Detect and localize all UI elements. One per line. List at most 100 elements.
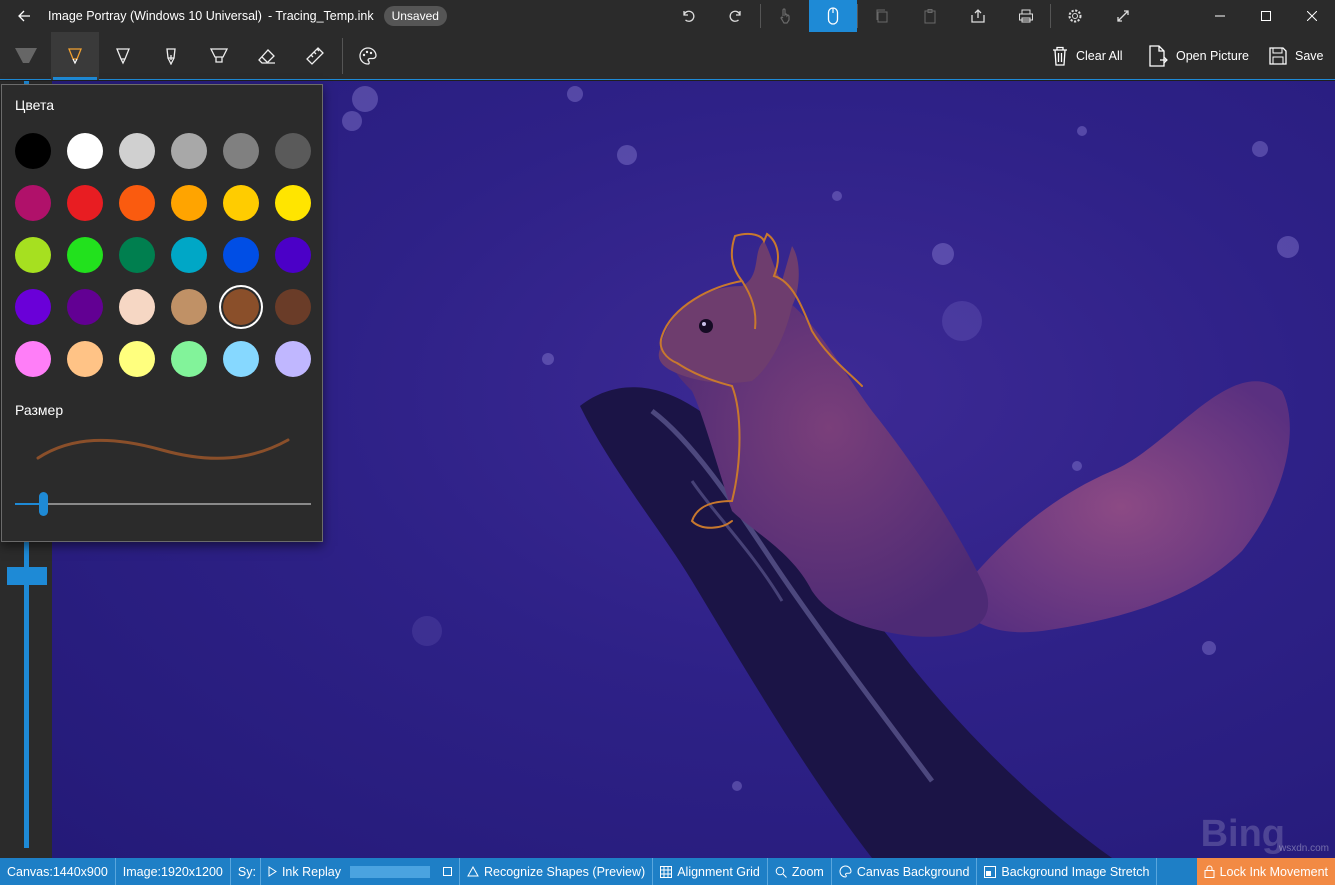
color-swatch[interactable] [171, 289, 207, 325]
snowflake [1277, 236, 1299, 258]
color-swatch[interactable] [275, 341, 311, 377]
color-swatch[interactable] [15, 185, 51, 221]
color-swatch[interactable] [275, 133, 311, 169]
color-swatch[interactable] [15, 133, 51, 169]
redo-icon [729, 10, 741, 22]
copy-icon [876, 9, 888, 23]
color-swatch[interactable] [223, 133, 259, 169]
color-swatch-cell [222, 236, 274, 288]
snowflake [617, 145, 637, 165]
copy-button[interactable] [858, 0, 906, 32]
color-swatch[interactable] [119, 341, 155, 377]
sys-label: Sy: [237, 864, 256, 879]
color-swatch[interactable] [15, 341, 51, 377]
size-slider-track[interactable] [15, 503, 311, 505]
vertical-slider-thumb[interactable] [7, 567, 47, 585]
color-swatch[interactable] [67, 289, 103, 325]
fullscreen-button[interactable] [1099, 0, 1147, 32]
open-picture-button[interactable]: Open Picture [1148, 32, 1249, 80]
color-swatch[interactable] [171, 133, 207, 169]
clear-all-button[interactable]: Clear All [1052, 32, 1123, 80]
pencil-tool-button[interactable] [99, 32, 147, 80]
size-slider-thumb[interactable] [39, 492, 48, 516]
color-swatch-cell [14, 184, 66, 236]
back-button[interactable] [0, 0, 48, 32]
color-swatch[interactable] [15, 237, 51, 273]
redo-button[interactable] [712, 0, 760, 32]
share-button[interactable] [954, 0, 1002, 32]
zoom-button[interactable]: Zoom [768, 858, 832, 885]
color-swatch-cell [222, 340, 274, 392]
document-icon [1149, 45, 1168, 67]
zoom-label: Zoom [791, 864, 824, 879]
color-swatch-cell [118, 132, 170, 184]
replay-progress[interactable] [350, 865, 430, 878]
paste-button[interactable] [906, 0, 954, 32]
alignment-grid-toggle[interactable]: Alignment Grid [653, 858, 768, 885]
color-swatch[interactable] [223, 237, 259, 273]
color-swatch[interactable] [275, 237, 311, 273]
save-button[interactable]: Save [1269, 32, 1324, 80]
color-swatch[interactable] [223, 289, 259, 325]
mouse-mode-button[interactable] [809, 0, 857, 32]
color-swatch[interactable] [15, 289, 51, 325]
color-palette-button[interactable] [344, 32, 392, 80]
mouse-icon [827, 7, 839, 25]
print-icon [1019, 9, 1033, 23]
canvas-background-button[interactable]: Canvas Background [832, 858, 978, 885]
snowflake [832, 191, 842, 201]
color-swatch[interactable] [119, 237, 155, 273]
snowflake [567, 86, 583, 102]
color-swatch[interactable] [67, 133, 103, 169]
undo-button[interactable] [664, 0, 712, 32]
recognize-shapes-toggle[interactable]: Recognize Shapes (Preview) [460, 858, 654, 885]
color-swatch[interactable] [67, 237, 103, 273]
undo-icon [683, 10, 695, 22]
pen-tool-button[interactable] [51, 32, 99, 80]
close-button[interactable] [1289, 0, 1335, 32]
color-swatch[interactable] [119, 185, 155, 221]
colors-heading: Цвета [15, 97, 54, 113]
color-swatch[interactable] [275, 185, 311, 221]
background-stretch-toggle[interactable]: Background Image Stretch [977, 858, 1158, 885]
site-watermark: wsxdn.com [1278, 843, 1329, 854]
open-picture-label: Open Picture [1176, 49, 1249, 63]
calligraphy-tool-button[interactable] [147, 32, 195, 80]
color-swatch[interactable] [171, 237, 207, 273]
background-stretch-label: Background Image Stretch [1001, 864, 1150, 879]
touch-mode-button[interactable] [761, 0, 809, 32]
bing-watermark: Bing [1200, 813, 1285, 855]
ruler-tool-button[interactable] [291, 32, 339, 80]
color-swatch-cell [66, 236, 118, 288]
color-swatch[interactable] [67, 185, 103, 221]
color-swatch[interactable] [119, 289, 155, 325]
color-swatch[interactable] [223, 341, 259, 377]
stop-icon[interactable] [443, 867, 452, 876]
gear-icon [1068, 9, 1082, 23]
color-swatch-cell [274, 236, 326, 288]
tool-menu-toggle[interactable] [2, 32, 50, 80]
eraser-tool-button[interactable] [243, 32, 291, 80]
color-swatch-cell [170, 132, 222, 184]
color-swatch-cell [14, 288, 66, 340]
color-swatch[interactable] [223, 185, 259, 221]
color-swatch[interactable] [275, 289, 311, 325]
color-swatch[interactable] [119, 133, 155, 169]
minimize-button[interactable] [1197, 0, 1243, 32]
grid-icon [660, 865, 673, 878]
color-swatch-cell [170, 340, 222, 392]
settings-button[interactable] [1051, 0, 1099, 32]
color-swatch-cell [170, 288, 222, 340]
ink-replay-button[interactable]: Ink Replay [261, 858, 460, 885]
color-swatch[interactable] [171, 341, 207, 377]
lock-ink-movement-toggle[interactable]: Lock Ink Movement [1196, 858, 1335, 885]
highlighter-tool-button[interactable] [195, 32, 243, 80]
snowflake [1202, 641, 1216, 655]
maximize-button[interactable] [1243, 0, 1289, 32]
status-bar: Canvas:1440x900 Image:1920x1200 Sy: Ink … [0, 858, 1335, 885]
squirrel-tail [952, 381, 1290, 633]
color-swatch[interactable] [67, 341, 103, 377]
color-swatch[interactable] [171, 185, 207, 221]
paste-icon [924, 9, 936, 24]
print-button[interactable] [1002, 0, 1050, 32]
